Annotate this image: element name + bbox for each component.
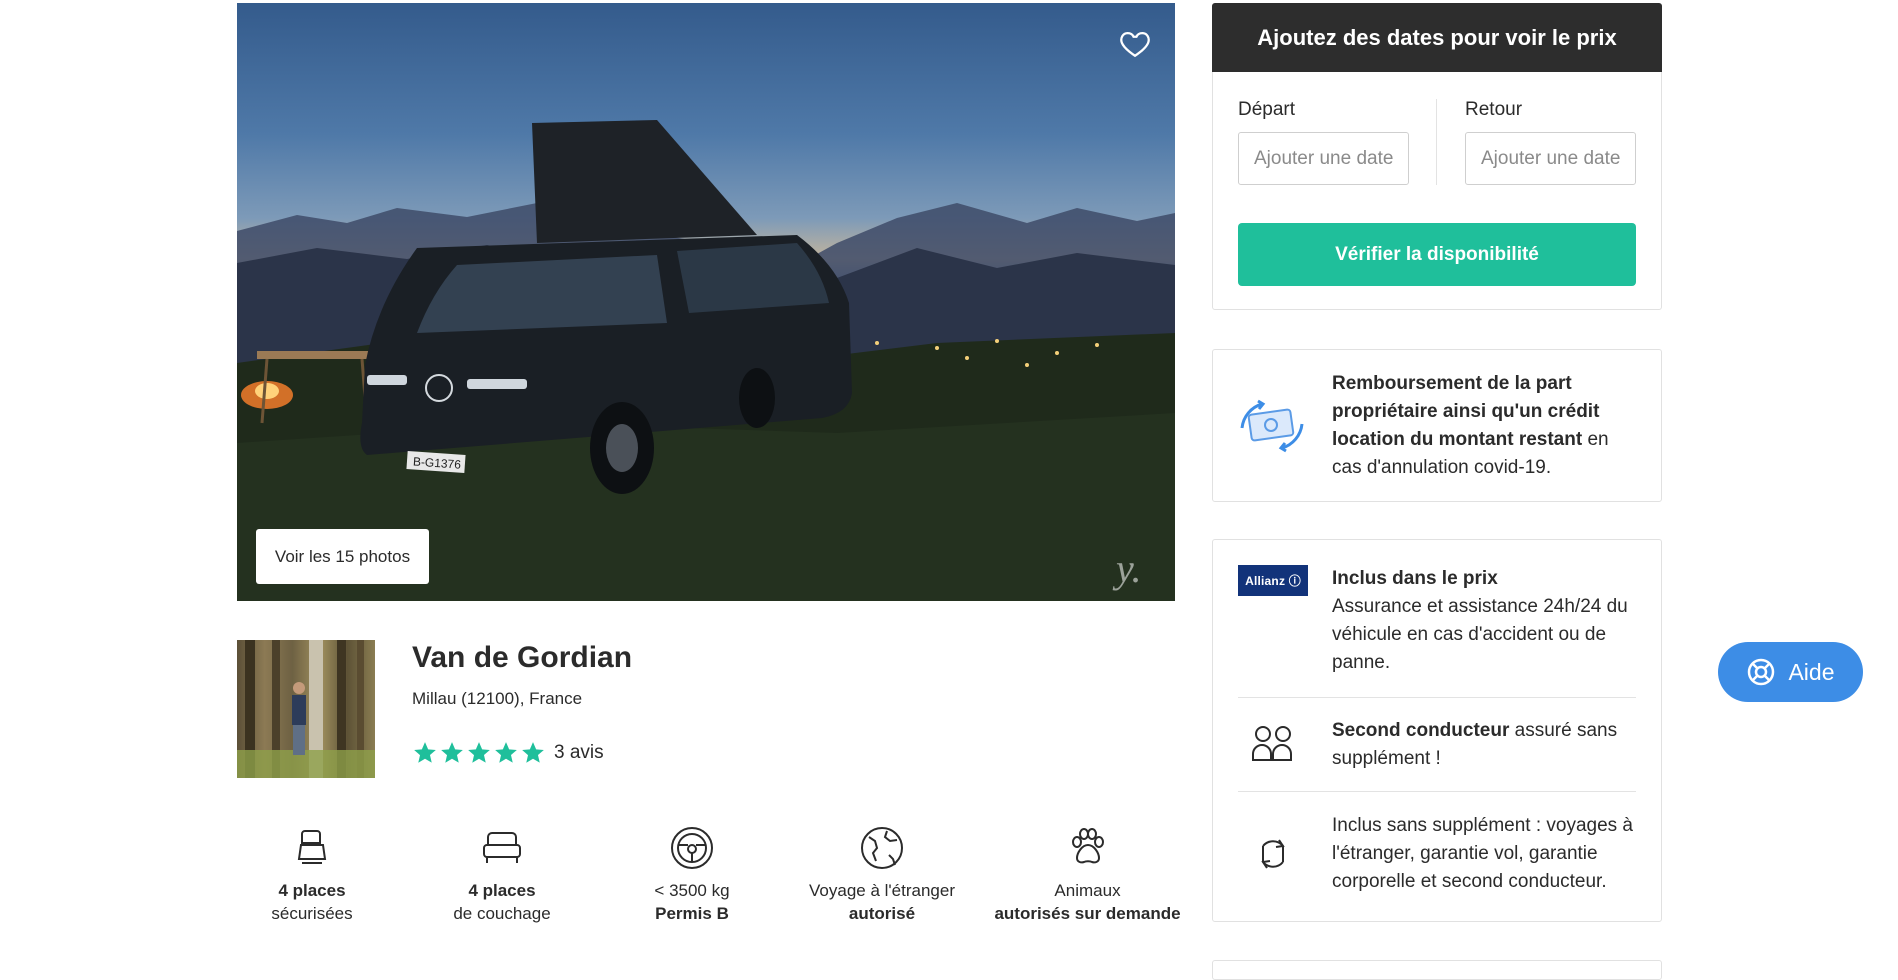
feature-seats-line2: sécurisées (271, 904, 353, 923)
forest-photo (237, 640, 375, 778)
star-icon (468, 742, 490, 763)
owner-avatar[interactable] (237, 640, 375, 778)
insurance-included-title: Inclus dans le prix (1332, 568, 1498, 589)
covid-refund-text: Remboursement de la part propriétaire ai… (1332, 370, 1632, 482)
star-icon (441, 742, 463, 763)
view-photos-button[interactable]: Voir les 15 photos (256, 529, 429, 584)
feature-license-line2: Permis B (655, 904, 729, 923)
second-driver: Second conducteur assuré sans supplément… (1332, 717, 1642, 773)
covid-refund-bold: Remboursement de la part propriétaire ai… (1332, 373, 1600, 450)
help-button[interactable]: Aide (1718, 642, 1863, 702)
allianz-logo: Allianz ⓘ (1238, 565, 1308, 596)
return-label: Retour (1465, 99, 1523, 120)
feature-beds: 4 places de couchage (407, 825, 597, 925)
refund-money-icon (1240, 399, 1304, 453)
insurance-divider-2 (1238, 791, 1636, 792)
departure-date-input[interactable] (1238, 132, 1409, 185)
refresh-cycle-icon (1261, 839, 1285, 869)
insurance-divider-1 (1238, 697, 1636, 698)
feature-beds-line1: 4 places (468, 881, 536, 900)
date-divider (1436, 99, 1437, 185)
watermark-logo: y. (1116, 546, 1142, 591)
help-label: Aide (1788, 658, 1835, 685)
insurance-included: Inclus dans le prix Assurance et assista… (1332, 565, 1642, 677)
included-extras: Inclus sans supplément : voyages à l'étr… (1332, 815, 1634, 892)
seat-icon (297, 830, 327, 864)
globe-icon (861, 827, 903, 869)
reviews-count[interactable]: 3 avis (554, 742, 604, 764)
hero-photo[interactable]: B-G1376 (237, 3, 1175, 601)
insurance-included-text: Assurance et assistance 24h/24 du véhicu… (1332, 596, 1628, 673)
feature-seats-line1: 4 places (278, 881, 346, 900)
star-icon (414, 742, 436, 763)
feature-pets-line1: Animaux (1054, 881, 1121, 900)
favorite-heart-icon[interactable] (1117, 26, 1153, 60)
feature-license-line1: < 3500 kg (654, 881, 730, 900)
second-driver-title: Second conducteur (1332, 720, 1510, 741)
check-availability-button[interactable]: Vérifier la disponibilité (1238, 223, 1636, 286)
feature-abroad: Voyage à l'étranger autorisé (787, 825, 977, 925)
feature-beds-line2: de couchage (453, 904, 551, 923)
feature-license: < 3500 kg Permis B (597, 825, 787, 925)
rating-stars (412, 740, 546, 766)
steering-wheel-icon (671, 827, 713, 869)
return-date-input[interactable] (1465, 132, 1636, 185)
booking-header: Ajoutez des dates pour voir le prix (1212, 3, 1662, 72)
listing-location: Millau (12100), France (412, 689, 583, 708)
paw-icon (1071, 828, 1104, 864)
campervan-scene: B-G1376 (237, 120, 1175, 601)
two-drivers-icon (1252, 726, 1292, 761)
bed-icon (483, 832, 521, 863)
feature-abroad-line2: autorisé (848, 904, 916, 923)
lifebuoy-icon (1748, 658, 1775, 686)
next-card-partial (1212, 960, 1662, 980)
listing-title: Van de Gordian (412, 641, 633, 674)
feature-pets-line2: autorisés sur demande (994, 904, 1181, 923)
departure-label: Départ (1238, 99, 1296, 120)
feature-pets: Animaux autorisés sur demande (990, 825, 1185, 925)
star-icon (495, 742, 517, 763)
feature-abroad-line1: Voyage à l'étranger (809, 881, 955, 900)
star-icon (522, 742, 544, 763)
feature-seats: 4 places sécurisées (217, 825, 407, 925)
